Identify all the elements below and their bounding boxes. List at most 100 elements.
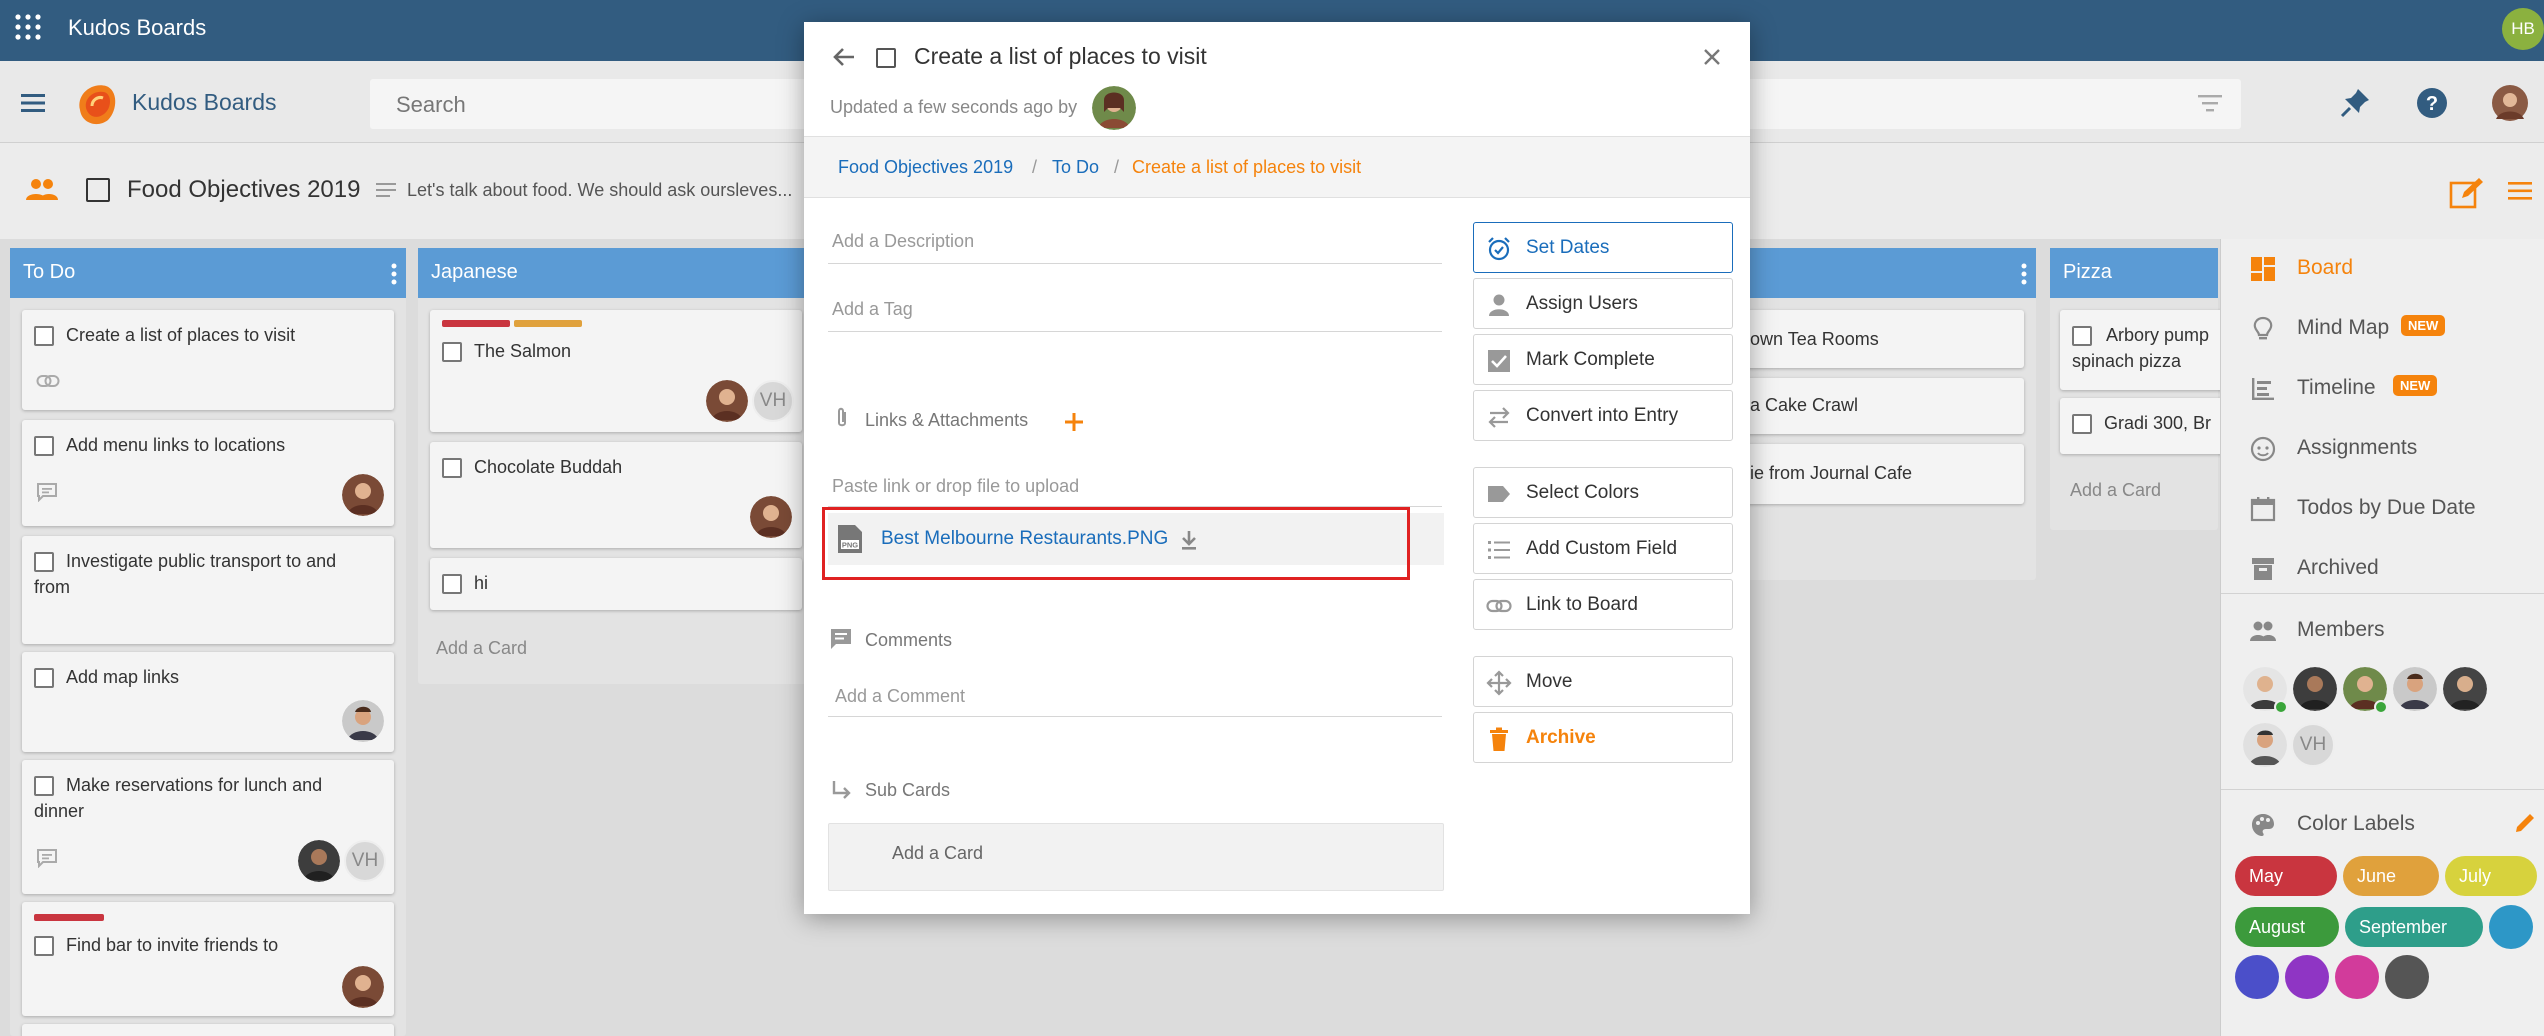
description-field[interactable]: Add a Description bbox=[832, 231, 974, 252]
member-initials-avatar[interactable]: VH bbox=[2291, 723, 2335, 767]
column-to-do: To Do Create a list of places to visit A… bbox=[10, 248, 406, 1036]
board-checkbox[interactable] bbox=[86, 178, 110, 202]
card-checkbox[interactable] bbox=[2072, 414, 2092, 434]
assignee-avatar[interactable] bbox=[342, 474, 384, 516]
color-label-chip[interactable]: August bbox=[2235, 907, 2339, 947]
card[interactable]: The Salmon VH bbox=[430, 310, 802, 432]
color-swatch[interactable] bbox=[2489, 905, 2533, 949]
column-header[interactable]: Japanese bbox=[418, 248, 814, 298]
member-avatar[interactable] bbox=[2243, 723, 2287, 767]
member-avatar[interactable] bbox=[2393, 667, 2437, 711]
card[interactable]: Add map links bbox=[22, 652, 394, 752]
card[interactable]: Find bar to invite friends to bbox=[22, 902, 394, 1016]
more-vertical-icon[interactable] bbox=[2020, 262, 2028, 286]
column-header[interactable] bbox=[1740, 248, 2036, 298]
color-swatch[interactable] bbox=[2285, 955, 2329, 999]
card[interactable]: ie from Journal Cafe bbox=[1740, 444, 2024, 504]
link-to-board-button[interactable]: Link to Board bbox=[1473, 579, 1733, 630]
user-avatar[interactable]: HB bbox=[2502, 8, 2544, 50]
add-custom-field-button[interactable]: Add Custom Field bbox=[1473, 523, 1733, 574]
nav-assignments[interactable]: Assignments bbox=[2221, 419, 2544, 475]
member-avatar[interactable] bbox=[2293, 667, 2337, 711]
card[interactable]: Chocolate Buddah bbox=[430, 442, 802, 548]
member-avatar[interactable] bbox=[2443, 667, 2487, 711]
convert-into-entry-button[interactable]: Convert into Entry bbox=[1473, 390, 1733, 441]
assignee-avatar[interactable] bbox=[342, 700, 384, 742]
card-checkbox[interactable] bbox=[442, 574, 462, 594]
color-label-chip[interactable]: June bbox=[2343, 856, 2439, 896]
app-grid-icon[interactable] bbox=[14, 13, 42, 41]
set-dates-button[interactable]: Set Dates bbox=[1473, 222, 1733, 273]
members-icon[interactable] bbox=[24, 176, 60, 204]
column-header[interactable]: Pizza bbox=[2050, 248, 2218, 298]
nav-todos-by-due-date[interactable]: Todos by Due Date bbox=[2221, 479, 2544, 535]
filter-icon[interactable] bbox=[2197, 93, 2223, 113]
move-button[interactable]: Move bbox=[1473, 656, 1733, 707]
nav-board[interactable]: Board bbox=[2221, 239, 2544, 295]
assignee-avatar[interactable] bbox=[750, 496, 792, 538]
breadcrumb-board[interactable]: Food Objectives 2019 bbox=[838, 157, 1013, 178]
color-swatch[interactable] bbox=[2335, 955, 2379, 999]
card-title: Arbory pump spinach pizza bbox=[2072, 325, 2210, 371]
card[interactable]: a Cake Crawl bbox=[1740, 378, 2024, 434]
assignee-avatar[interactable] bbox=[342, 966, 384, 1008]
card-checkbox[interactable] bbox=[34, 436, 54, 456]
add-plus-icon[interactable] bbox=[1062, 410, 1086, 434]
brand-name[interactable]: Kudos Boards bbox=[132, 89, 276, 116]
header-user-avatar[interactable] bbox=[2492, 85, 2528, 121]
add-card-button[interactable]: Add a Card bbox=[2070, 480, 2161, 501]
card[interactable]: Gradi 300, Br bbox=[2060, 398, 2230, 454]
members-section-header[interactable]: Members bbox=[2221, 601, 2544, 657]
select-colors-button[interactable]: Select Colors bbox=[1473, 467, 1733, 518]
nav-timeline[interactable]: Timeline NEW bbox=[2221, 359, 2544, 415]
breadcrumb-separator: / bbox=[1114, 157, 1120, 177]
card-checkbox[interactable] bbox=[34, 668, 54, 688]
mark-complete-button[interactable]: Mark Complete bbox=[1473, 334, 1733, 385]
add-card-button[interactable]: Add a Card bbox=[436, 638, 527, 659]
pin-icon[interactable] bbox=[2338, 86, 2372, 120]
board-description[interactable]: Let's talk about food. We should ask our… bbox=[407, 180, 792, 201]
help-icon[interactable]: ? bbox=[2415, 86, 2449, 120]
column-japanese: Japanese The Salmon VH Chocolate Buddah … bbox=[418, 248, 814, 684]
edit-board-icon[interactable] bbox=[2448, 176, 2484, 210]
card-complete-checkbox[interactable] bbox=[876, 48, 896, 68]
card-checkbox[interactable] bbox=[34, 326, 54, 346]
paste-link-field[interactable]: Paste link or drop file to upload bbox=[832, 476, 1079, 497]
color-label-chip[interactable]: September bbox=[2345, 907, 2483, 947]
close-icon[interactable] bbox=[1702, 47, 1722, 67]
archive-button[interactable]: Archive bbox=[1473, 712, 1733, 763]
card-checkbox[interactable] bbox=[442, 342, 462, 362]
assignee-initials-avatar[interactable]: VH bbox=[752, 380, 794, 422]
back-arrow-icon[interactable] bbox=[830, 44, 858, 70]
nav-archived[interactable]: Archived bbox=[2221, 539, 2544, 595]
tag-field[interactable]: Add a Tag bbox=[832, 299, 913, 320]
color-swatch[interactable] bbox=[2235, 955, 2279, 999]
card-checkbox[interactable] bbox=[442, 458, 462, 478]
column-header[interactable]: To Do bbox=[10, 248, 406, 298]
assignee-avatar[interactable] bbox=[298, 840, 340, 882]
board-menu-icon[interactable] bbox=[2505, 178, 2535, 204]
assignee-initials-avatar[interactable]: VH bbox=[344, 840, 386, 882]
color-swatch[interactable] bbox=[2385, 955, 2429, 999]
card[interactable] bbox=[22, 1024, 394, 1036]
card[interactable]: Make reservations for lunch and dinner V… bbox=[22, 760, 394, 894]
card[interactable]: Add menu links to locations bbox=[22, 420, 394, 526]
card[interactable]: hi bbox=[430, 558, 802, 610]
nav-mind-map[interactable]: Mind Map NEW bbox=[2221, 299, 2544, 355]
more-vertical-icon[interactable] bbox=[390, 262, 398, 286]
card[interactable]: Arbory pump spinach pizza bbox=[2060, 310, 2230, 390]
card-checkbox[interactable] bbox=[34, 936, 54, 956]
card[interactable]: own Tea Rooms bbox=[1740, 310, 2024, 368]
updater-avatar[interactable] bbox=[1092, 86, 1136, 130]
breadcrumb-list[interactable]: To Do bbox=[1052, 157, 1099, 178]
card[interactable]: Create a list of places to visit bbox=[22, 310, 394, 410]
card-title[interactable]: Create a list of places to visit bbox=[914, 43, 1207, 70]
comment-field[interactable]: Add a Comment bbox=[835, 686, 965, 707]
card[interactable]: Investigate public transport to and from bbox=[22, 536, 394, 644]
edit-pencil-icon[interactable] bbox=[2513, 811, 2537, 835]
color-label-chip[interactable]: July bbox=[2445, 856, 2537, 896]
hamburger-menu-icon[interactable] bbox=[18, 90, 48, 116]
assign-users-button[interactable]: Assign Users bbox=[1473, 278, 1733, 329]
assignee-avatar[interactable] bbox=[706, 380, 748, 422]
color-label-chip[interactable]: May bbox=[2235, 856, 2337, 896]
